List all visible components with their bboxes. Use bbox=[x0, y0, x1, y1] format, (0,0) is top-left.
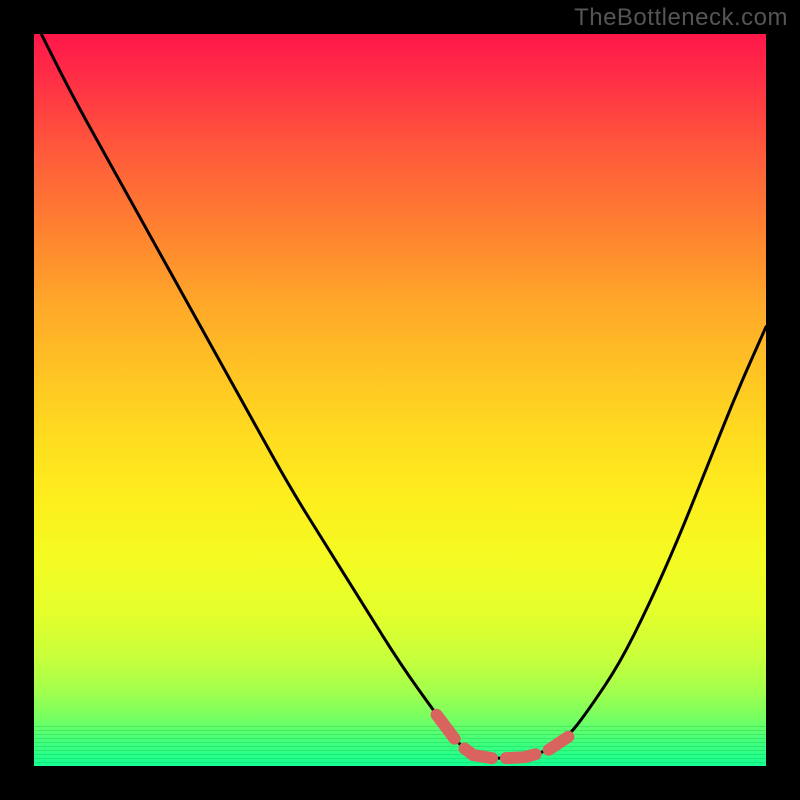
plot-area bbox=[34, 34, 766, 766]
watermark-text: TheBottleneck.com bbox=[574, 4, 788, 32]
bottleneck-curve-path bbox=[34, 19, 766, 758]
bottleneck-curve-svg bbox=[34, 34, 766, 766]
optimal-range-dashes bbox=[437, 715, 569, 759]
chart-frame: TheBottleneck.com bbox=[0, 0, 800, 800]
